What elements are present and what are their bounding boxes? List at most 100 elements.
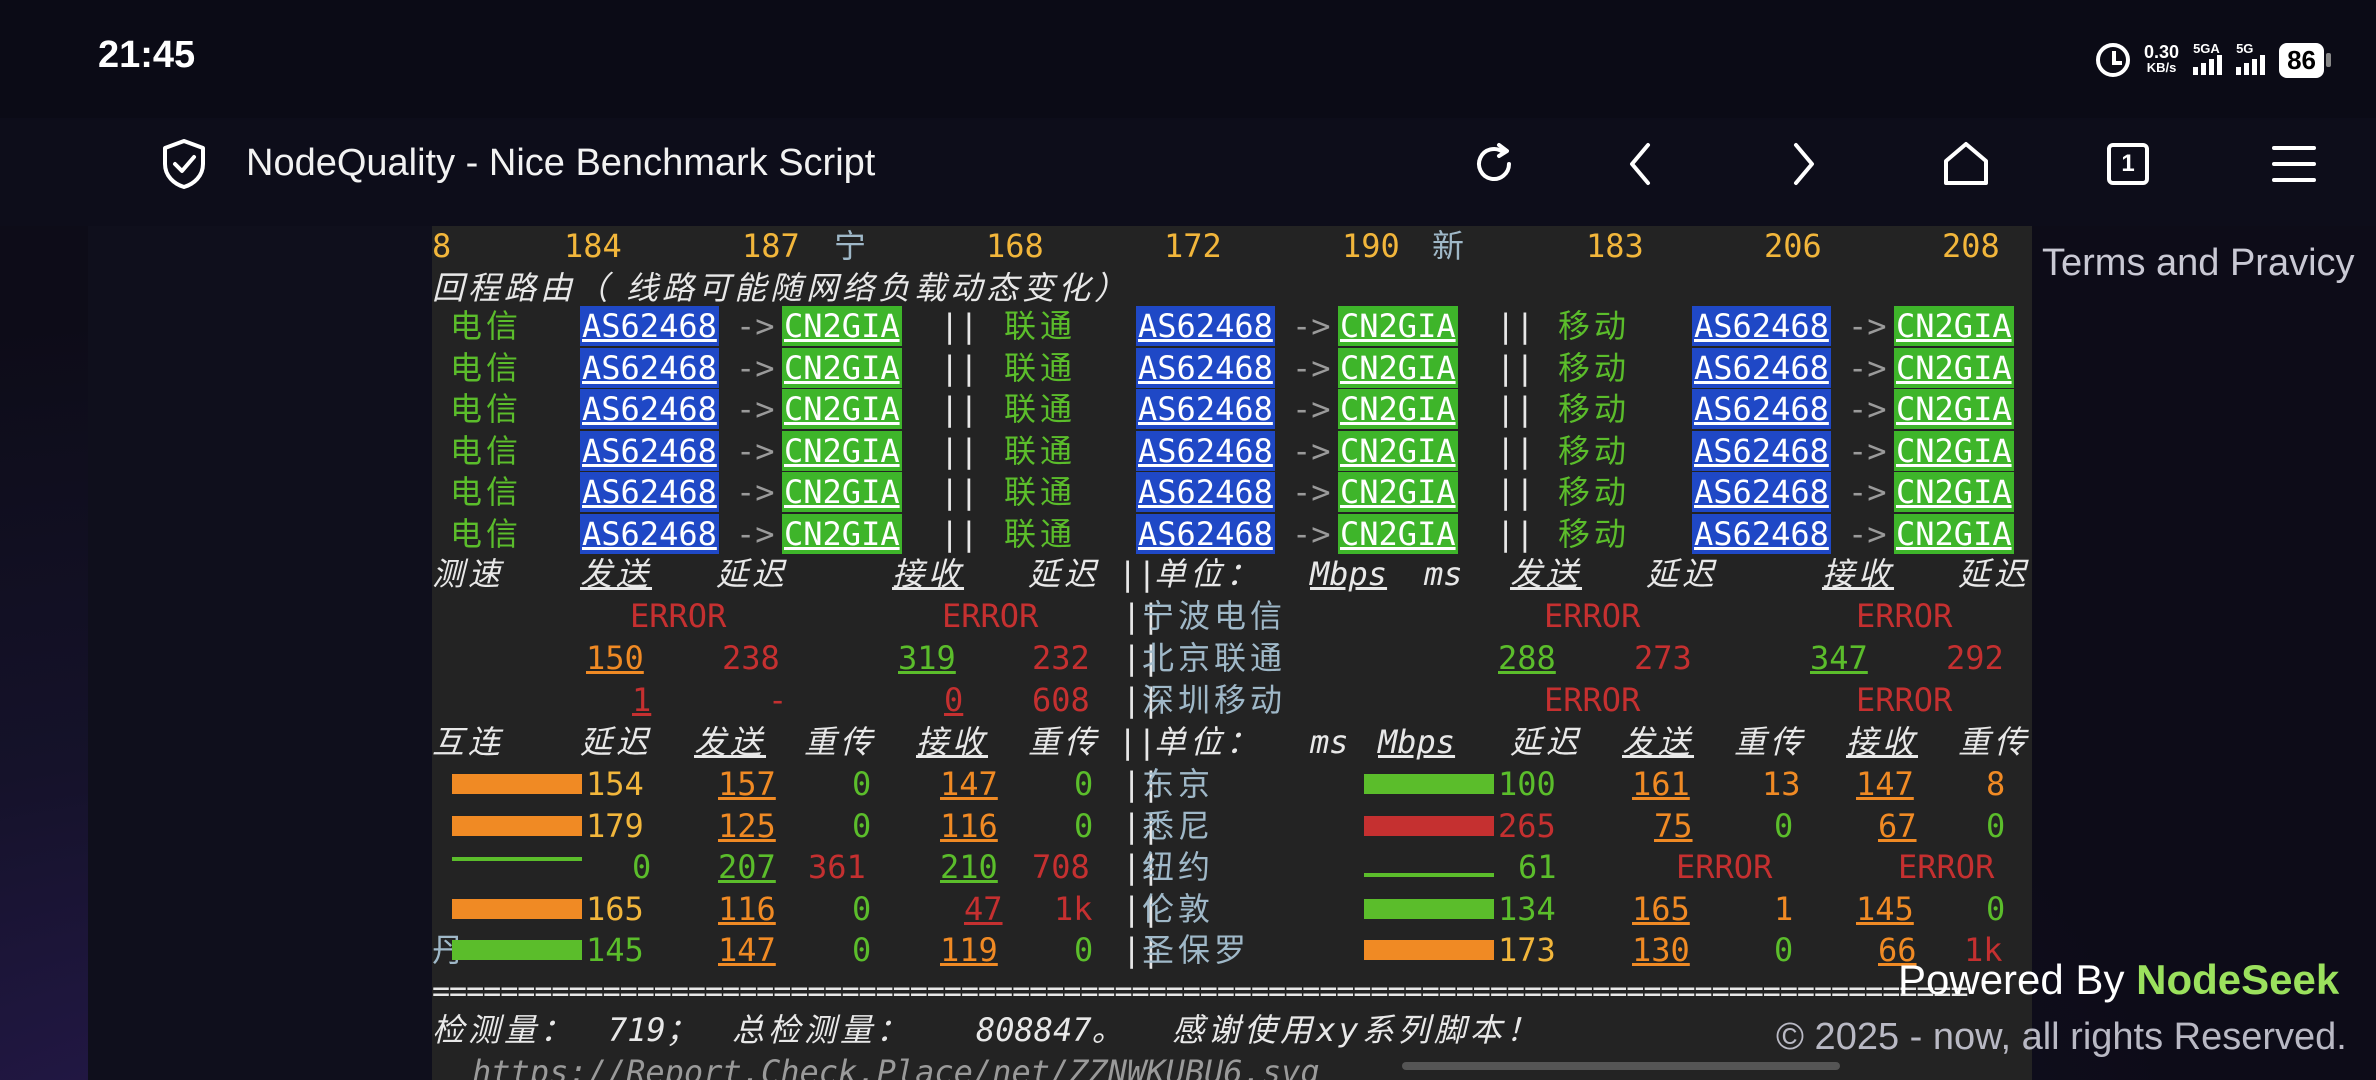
page-title[interactable]: NodeQuality - Nice Benchmark Script: [246, 142, 875, 185]
latency-bar: [1364, 774, 1494, 794]
cn2gia-tag[interactable]: CN2GIA: [1338, 347, 1458, 388]
top-v1: 184: [564, 227, 622, 265]
intl-latency-value: 265: [1498, 806, 1556, 845]
isp-label: 联通: [1004, 390, 1077, 428]
cn2gia-tag[interactable]: CN2GIA: [1338, 430, 1458, 471]
arrow: ->: [1848, 431, 1887, 470]
back-icon[interactable]: [1608, 118, 1672, 210]
terms-link[interactable]: Terms and Pravicy: [2042, 242, 2355, 285]
arrow: ->: [736, 514, 775, 553]
top-v6: 183: [1586, 227, 1644, 265]
cn2gia-tag[interactable]: CN2GIA: [1338, 472, 1458, 512]
cn2gia-tag[interactable]: CN2GIA: [1894, 347, 2014, 388]
cn2gia-tag[interactable]: CN2GIA: [782, 306, 902, 346]
arrow: ->: [1292, 390, 1331, 428]
speed-send-value: 150: [586, 639, 644, 677]
cn2gia-tag[interactable]: CN2GIA: [1894, 472, 2014, 512]
status-bar: 21:45 0.30 KB/s 5GA 5G 86: [0, 0, 2376, 118]
cn2gia-tag[interactable]: CN2GIA: [782, 430, 902, 471]
as-link[interactable]: AS62468: [580, 472, 719, 512]
intl-send-value: 161: [1632, 765, 1690, 803]
speed-row-name: 北京联通: [1142, 639, 1287, 677]
intl-latency: 延迟: [580, 723, 653, 761]
latency-bar: [452, 815, 582, 836]
footer-v1: 719；: [608, 1011, 698, 1049]
as-link[interactable]: AS62468: [1136, 389, 1275, 429]
as-link[interactable]: AS62468: [1136, 513, 1275, 554]
latency-bar: [452, 898, 582, 919]
net-speed-value: 0.30: [2144, 42, 2180, 62]
as-link[interactable]: AS62468: [1692, 472, 1831, 512]
horizontal-scrollbar[interactable]: [1402, 1062, 1840, 1070]
as-link[interactable]: AS62468: [1136, 306, 1275, 346]
cn2gia-tag[interactable]: CN2GIA: [1894, 389, 2014, 429]
top-v7: 206: [1764, 227, 1822, 265]
intl-row: 0 207 361 210 708 || 纽约 61 ERROR ERROR: [432, 847, 2032, 887]
nodeseek-link[interactable]: NodeSeek: [2136, 956, 2339, 1003]
speed-recv2: 接收: [1822, 555, 1895, 593]
isp-label: 联通: [1004, 473, 1077, 511]
cn2gia-tag[interactable]: CN2GIA: [1894, 306, 2014, 346]
as-link[interactable]: AS62468: [1692, 389, 1831, 429]
as-link[interactable]: AS62468: [1692, 430, 1831, 471]
as-link[interactable]: AS62468: [1692, 513, 1831, 554]
isp-label: 电信: [450, 473, 523, 511]
tabs-icon[interactable]: 1: [2096, 118, 2160, 210]
cn2gia-tag[interactable]: CN2GIA: [1894, 430, 2014, 471]
latency-bar: [452, 774, 582, 794]
arrow: ->: [736, 473, 775, 511]
intl-retrans-value: 1: [1774, 889, 1794, 928]
intl-latency-value: 145: [586, 931, 644, 969]
cn2gia-tag[interactable]: CN2GIA: [1338, 389, 1458, 429]
cn2gia-tag[interactable]: CN2GIA: [782, 389, 902, 429]
arrow: ->: [1848, 348, 1887, 387]
intl-recv-value: 67: [1878, 806, 1917, 845]
reload-icon[interactable]: [1462, 118, 1526, 210]
shield-check-icon[interactable]: [152, 118, 216, 210]
forward-icon[interactable]: [1772, 118, 1836, 210]
benchmark-terminal-image[interactable]: 8 184 187 宁 168 172 190 新 183 206 208 回程…: [432, 226, 2032, 1080]
as-link[interactable]: AS62468: [580, 306, 719, 346]
top-lead: 8: [432, 227, 452, 265]
as-link[interactable]: AS62468: [580, 430, 719, 471]
speed-latency-value: 292: [1946, 639, 2004, 677]
cn2gia-tag[interactable]: CN2GIA: [782, 472, 902, 512]
latency-bar: [1052, 236, 1160, 256]
cn2gia-tag[interactable]: CN2GIA: [1338, 306, 1458, 346]
isp-label: 联通: [1004, 348, 1077, 387]
cn2gia-tag[interactable]: CN2GIA: [1894, 513, 2014, 554]
intl-retrans-value: 0: [852, 765, 872, 803]
cn2gia-tag[interactable]: CN2GIA: [782, 347, 902, 388]
intl-row: 179 125 0 116 0 || 悉尼 265 75 0 67 0: [432, 806, 2032, 846]
top-v5: 190: [1342, 227, 1400, 265]
footer-label3: 感谢使用xy系列脚本！: [1172, 1011, 1542, 1049]
speed-row: 1 - 0 608 || 深圳移动 ERROR ERROR: [432, 680, 2032, 720]
speed-latency-value: 608: [1032, 681, 1090, 719]
speed-latency2: 延迟: [1028, 555, 1101, 593]
error-text: ERROR: [1856, 597, 1953, 635]
isp-label: 电信: [450, 431, 523, 470]
intl-unit-label: 单位：: [1154, 723, 1263, 761]
report-url[interactable]: https://Report.Check.Place/net/ZZNWKUBU6…: [472, 1052, 1320, 1080]
intl-retrans-value: 361: [808, 848, 866, 886]
as-link[interactable]: AS62468: [1136, 472, 1275, 512]
as-link[interactable]: AS62468: [1692, 306, 1831, 346]
intl-retrans-value: 0: [1986, 806, 2006, 845]
menu-icon[interactable]: [2262, 118, 2326, 210]
as-link[interactable]: AS62468: [580, 389, 719, 429]
cn2gia-tag[interactable]: CN2GIA: [1338, 513, 1458, 554]
intl-latency-value: 179: [586, 806, 644, 845]
as-link[interactable]: AS62468: [1692, 347, 1831, 388]
intl-retrans-value: 0: [1986, 889, 2006, 928]
as-link[interactable]: AS62468: [580, 513, 719, 554]
as-link[interactable]: AS62468: [1136, 430, 1275, 471]
intl-retrans-value: 0: [852, 889, 872, 928]
cn2gia-tag[interactable]: CN2GIA: [782, 513, 902, 554]
home-icon[interactable]: [1934, 118, 1998, 210]
latency-bar: [874, 236, 982, 256]
arrow: ->: [1292, 307, 1331, 345]
as-link[interactable]: AS62468: [1136, 347, 1275, 388]
tabs-count[interactable]: 1: [2107, 143, 2149, 185]
as-link[interactable]: AS62468: [580, 347, 719, 388]
intl-retrans4: 重传: [1958, 723, 2031, 761]
